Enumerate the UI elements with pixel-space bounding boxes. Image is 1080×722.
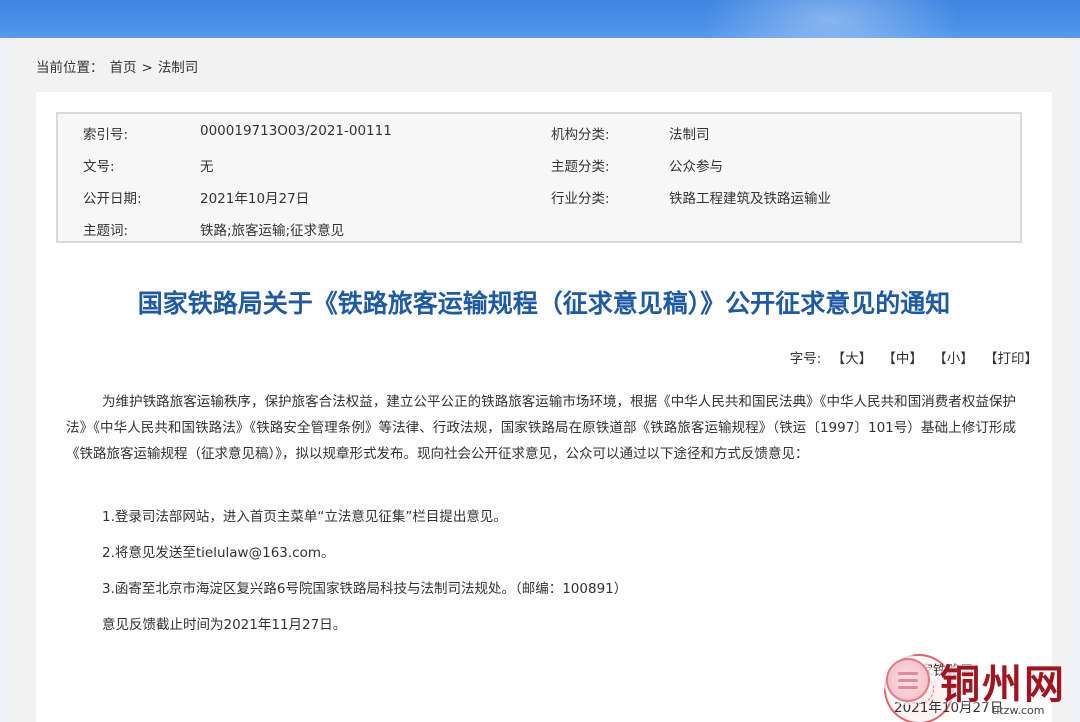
metadata-value: 铁路工程建筑及铁路运输业 <box>669 191 831 207</box>
breadcrumb-current-link[interactable]: 法制司 <box>158 60 199 76</box>
font-size-label: 字号: <box>789 351 822 367</box>
article-body: 为维护铁路旅客运输秩序，保护旅客合法权益，建立公平公正的铁路旅客运输市场环境，根… <box>66 389 1016 633</box>
list-item: 2.将意见发送至tielulaw@163.com。 <box>102 545 335 561</box>
metadata-row: 索引号: 000019713O03/2021-00111 机构分类: 法制司 <box>58 123 1020 147</box>
metadata-key: 文号: <box>83 159 115 175</box>
metadata-key: 主题分类: <box>551 159 610 175</box>
metadata-row: 文号: 无 主题分类: 公众参与 <box>58 155 1020 179</box>
metadata-value: 2021年10月27日 <box>200 191 310 207</box>
breadcrumb-home-link[interactable]: 首页 <box>110 60 137 76</box>
metadata-table: 索引号: 000019713O03/2021-00111 机构分类: 法制司 文… <box>56 112 1022 243</box>
metadata-key: 行业分类: <box>551 191 610 207</box>
deadline-paragraph: 意见反馈截止时间为2021年11月27日。 <box>102 617 347 633</box>
font-size-medium-button[interactable]: 【中】 <box>882 351 923 367</box>
breadcrumb: 当前位置： 首页 > 法制司 <box>36 56 204 76</box>
list-item: 3.函寄至北京市海淀区复兴路6号院国家铁路局科技与法制司法规处。（邮编：1008… <box>102 581 628 597</box>
metadata-key: 公开日期: <box>83 191 142 207</box>
banner-glow <box>700 0 960 38</box>
metadata-value: 无 <box>200 159 214 175</box>
metadata-value: 法制司 <box>669 127 710 143</box>
font-size-small-button[interactable]: 【小】 <box>933 351 974 367</box>
breadcrumb-separator: > <box>141 60 153 76</box>
logo-stripe <box>898 672 918 675</box>
metadata-value: 000019713O03/2021-00111 <box>200 123 392 139</box>
watermark-logo-icon <box>886 658 930 702</box>
watermark-text: 铜州网 <box>940 661 1066 708</box>
metadata-value: 公众参与 <box>669 159 723 175</box>
metadata-row: 公开日期: 2021年10月27日 行业分类: 铁路工程建筑及铁路运输业 <box>58 187 1020 211</box>
intro-paragraph: 为维护铁路旅客运输秩序，保护旅客合法权益，建立公平公正的铁路旅客运输市场环境，根… <box>66 394 1016 462</box>
logo-stripe <box>898 679 918 682</box>
metadata-key: 索引号: <box>83 127 129 143</box>
print-button[interactable]: 【打印】 <box>984 351 1038 367</box>
top-banner <box>0 0 1080 38</box>
page-container: 当前位置： 首页 > 法制司 索引号: 000019713O03/2021-00111… <box>10 38 1070 722</box>
font-size-large-button[interactable]: 【大】 <box>832 351 873 367</box>
list-item: 1.登录司法部网站，进入首页主菜单“立法意见征集”栏目提出意见。 <box>102 509 507 525</box>
metadata-key: 主题词: <box>83 223 129 239</box>
font-size-controls: 字号: 【大】 【中】 【小】 【打印】 <box>790 347 1038 367</box>
watermark-url: tltzw.com <box>992 704 1045 717</box>
article-card: 索引号: 000019713O03/2021-00111 机构分类: 法制司 文… <box>36 92 1052 722</box>
article-title: 国家铁路局关于《铁路旅客运输规程（征求意见稿）》公开征求意见的通知 <box>137 289 951 318</box>
metadata-row: 主题词: 铁路;旅客运输;征求意见 <box>58 219 1020 243</box>
metadata-value: 铁路;旅客运输;征求意见 <box>200 223 345 239</box>
logo-stripe <box>898 686 918 689</box>
metadata-key: 机构分类: <box>551 127 610 143</box>
breadcrumb-prefix: 当前位置： <box>36 60 104 76</box>
